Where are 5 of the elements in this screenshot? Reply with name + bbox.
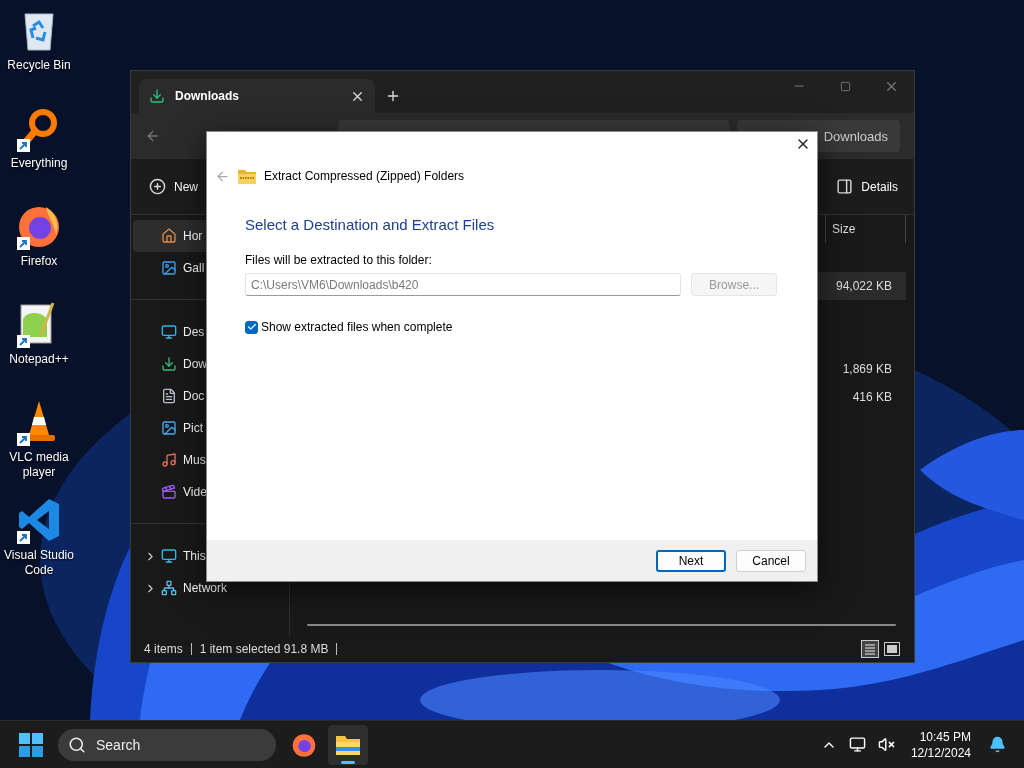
field-label: Files will be extracted to this folder: xyxy=(245,253,433,267)
dialog-title: Extract Compressed (Zipped) Folders xyxy=(264,169,465,183)
item-count: 4 items xyxy=(144,643,192,655)
selection-info: 1 item selected 91.8 MB xyxy=(199,643,338,655)
dialog-heading: Select a Destination and Extract Files xyxy=(245,216,496,233)
